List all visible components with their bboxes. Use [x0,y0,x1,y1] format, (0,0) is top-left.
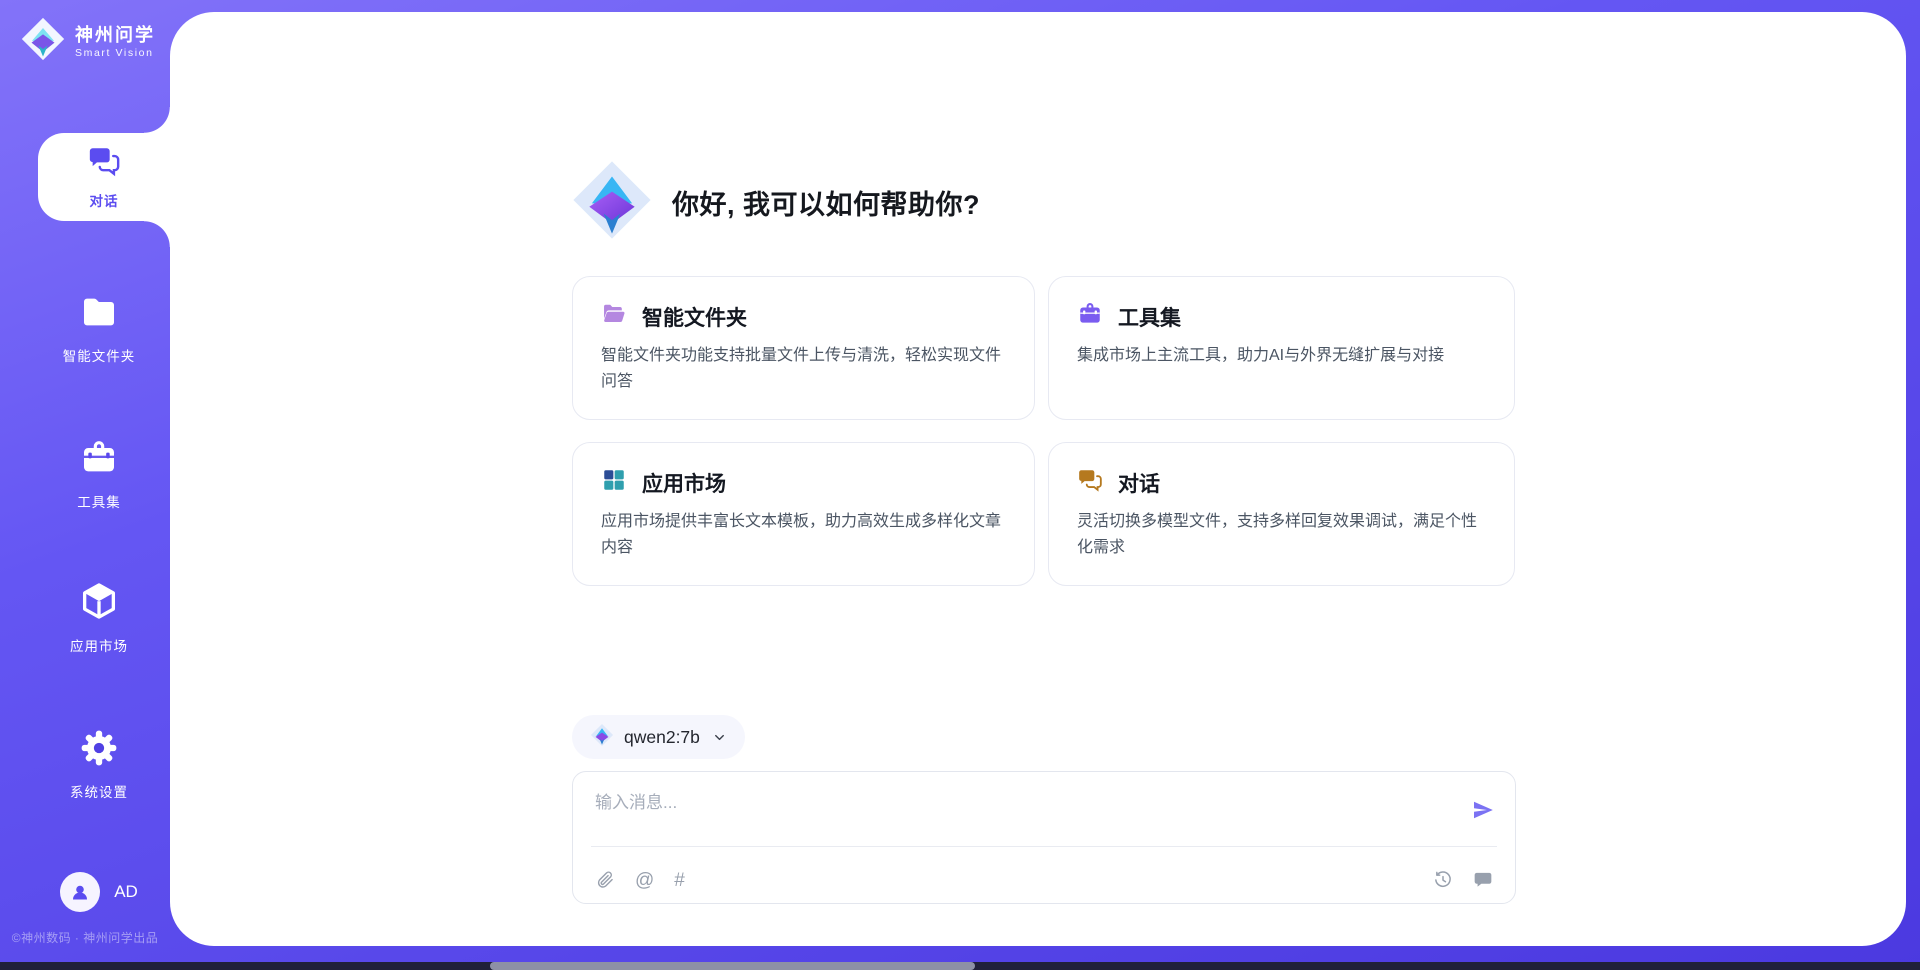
brand: 神州问学 Smart Vision [20,16,155,67]
card-app-market[interactable]: 应用市场 应用市场提供丰富长文本模板，助力高效生成多样化文章内容 [572,442,1035,586]
card-title: 工具集 [1118,302,1181,332]
horizontal-scrollbar-thumb[interactable] [490,962,975,970]
card-title: 对话 [1118,468,1160,498]
model-logo-icon [590,723,614,752]
gear-icon [79,728,119,773]
card-description: 智能文件夹功能支持批量文件上传与清洗，轻松实现文件问答 [601,343,1006,395]
sidebar-item-label: 对话 [90,190,119,210]
sidebar-item-toolset[interactable]: 工具集 [28,438,170,511]
model-name: qwen2:7b [624,727,700,748]
user-account[interactable]: AD [28,872,170,912]
attachment-icon[interactable] [595,870,615,890]
chat-bubble-icon[interactable] [1473,870,1493,890]
composer-toolbar: @ # [595,864,1493,896]
card-title: 应用市场 [642,468,726,498]
composer: @ # [572,771,1516,904]
sidebar-item-settings[interactable]: 系统设置 [28,728,170,801]
cube-icon [78,580,120,627]
chevron-down-icon [712,730,727,745]
card-description: 集成市场上主流工具，助力AI与外界无缝扩展与对接 [1077,343,1486,369]
model-selector[interactable]: qwen2:7b [572,715,745,759]
history-icon[interactable] [1433,870,1453,890]
app-window: 神州问学 Smart Vision 对话 智能文件夹 [0,0,1920,970]
message-input[interactable] [595,788,1445,818]
folder-icon [79,292,119,337]
sidebar: 神州问学 Smart Vision 对话 智能文件夹 [0,0,170,970]
greeting: 你好, 我可以如何帮助你? [570,158,980,247]
brand-subtitle: Smart Vision [75,47,155,59]
grid-icon [601,467,627,498]
greeting-logo-icon [570,158,654,247]
chat-icon [1077,467,1103,498]
send-icon[interactable] [1471,798,1495,822]
card-toolset[interactable]: 工具集 集成市场上主流工具，助力AI与外界无缝扩展与对接 [1048,276,1515,420]
sidebar-item-app-market[interactable]: 应用市场 [28,580,170,655]
composer-divider [591,846,1497,847]
card-description: 灵活切换多模型文件，支持多样回复效果调试，满足个性化需求 [1077,509,1486,561]
horizontal-scrollbar-track[interactable] [0,962,1920,970]
sidebar-item-chat[interactable]: 对话 [38,133,170,221]
copyright-text: ©神州数码 · 神州问学出品 [0,929,170,946]
sidebar-item-label: 智能文件夹 [63,345,136,365]
card-smart-folder[interactable]: 智能文件夹 智能文件夹功能支持批量文件上传与清洗，轻松实现文件问答 [572,276,1035,420]
sidebar-item-label: 应用市场 [70,635,128,655]
avatar [60,872,100,912]
folder-open-icon [601,301,627,332]
toolbox-icon [79,438,119,483]
sidebar-item-smart-folder[interactable]: 智能文件夹 [28,292,170,365]
diamond-logo-icon [20,16,66,67]
sidebar-item-label: 工具集 [77,491,121,511]
greeting-text: 你好, 我可以如何帮助你? [672,183,980,222]
sidebar-item-label: 系统设置 [70,781,128,801]
chat-icon [87,144,121,183]
person-icon [68,880,92,904]
user-name: AD [114,882,138,902]
feature-cards: 智能文件夹 智能文件夹功能支持批量文件上传与清洗，轻松实现文件问答 工具集 集成… [572,276,1516,586]
toolbox-icon [1077,301,1103,332]
card-chat[interactable]: 对话 灵活切换多模型文件，支持多样回复效果调试，满足个性化需求 [1048,442,1515,586]
card-title: 智能文件夹 [642,302,747,332]
hash-icon[interactable]: # [674,871,685,890]
mention-icon[interactable]: @ [635,871,654,890]
card-description: 应用市场提供丰富长文本模板，助力高效生成多样化文章内容 [601,509,1006,561]
brand-name: 神州问学 [75,24,155,47]
